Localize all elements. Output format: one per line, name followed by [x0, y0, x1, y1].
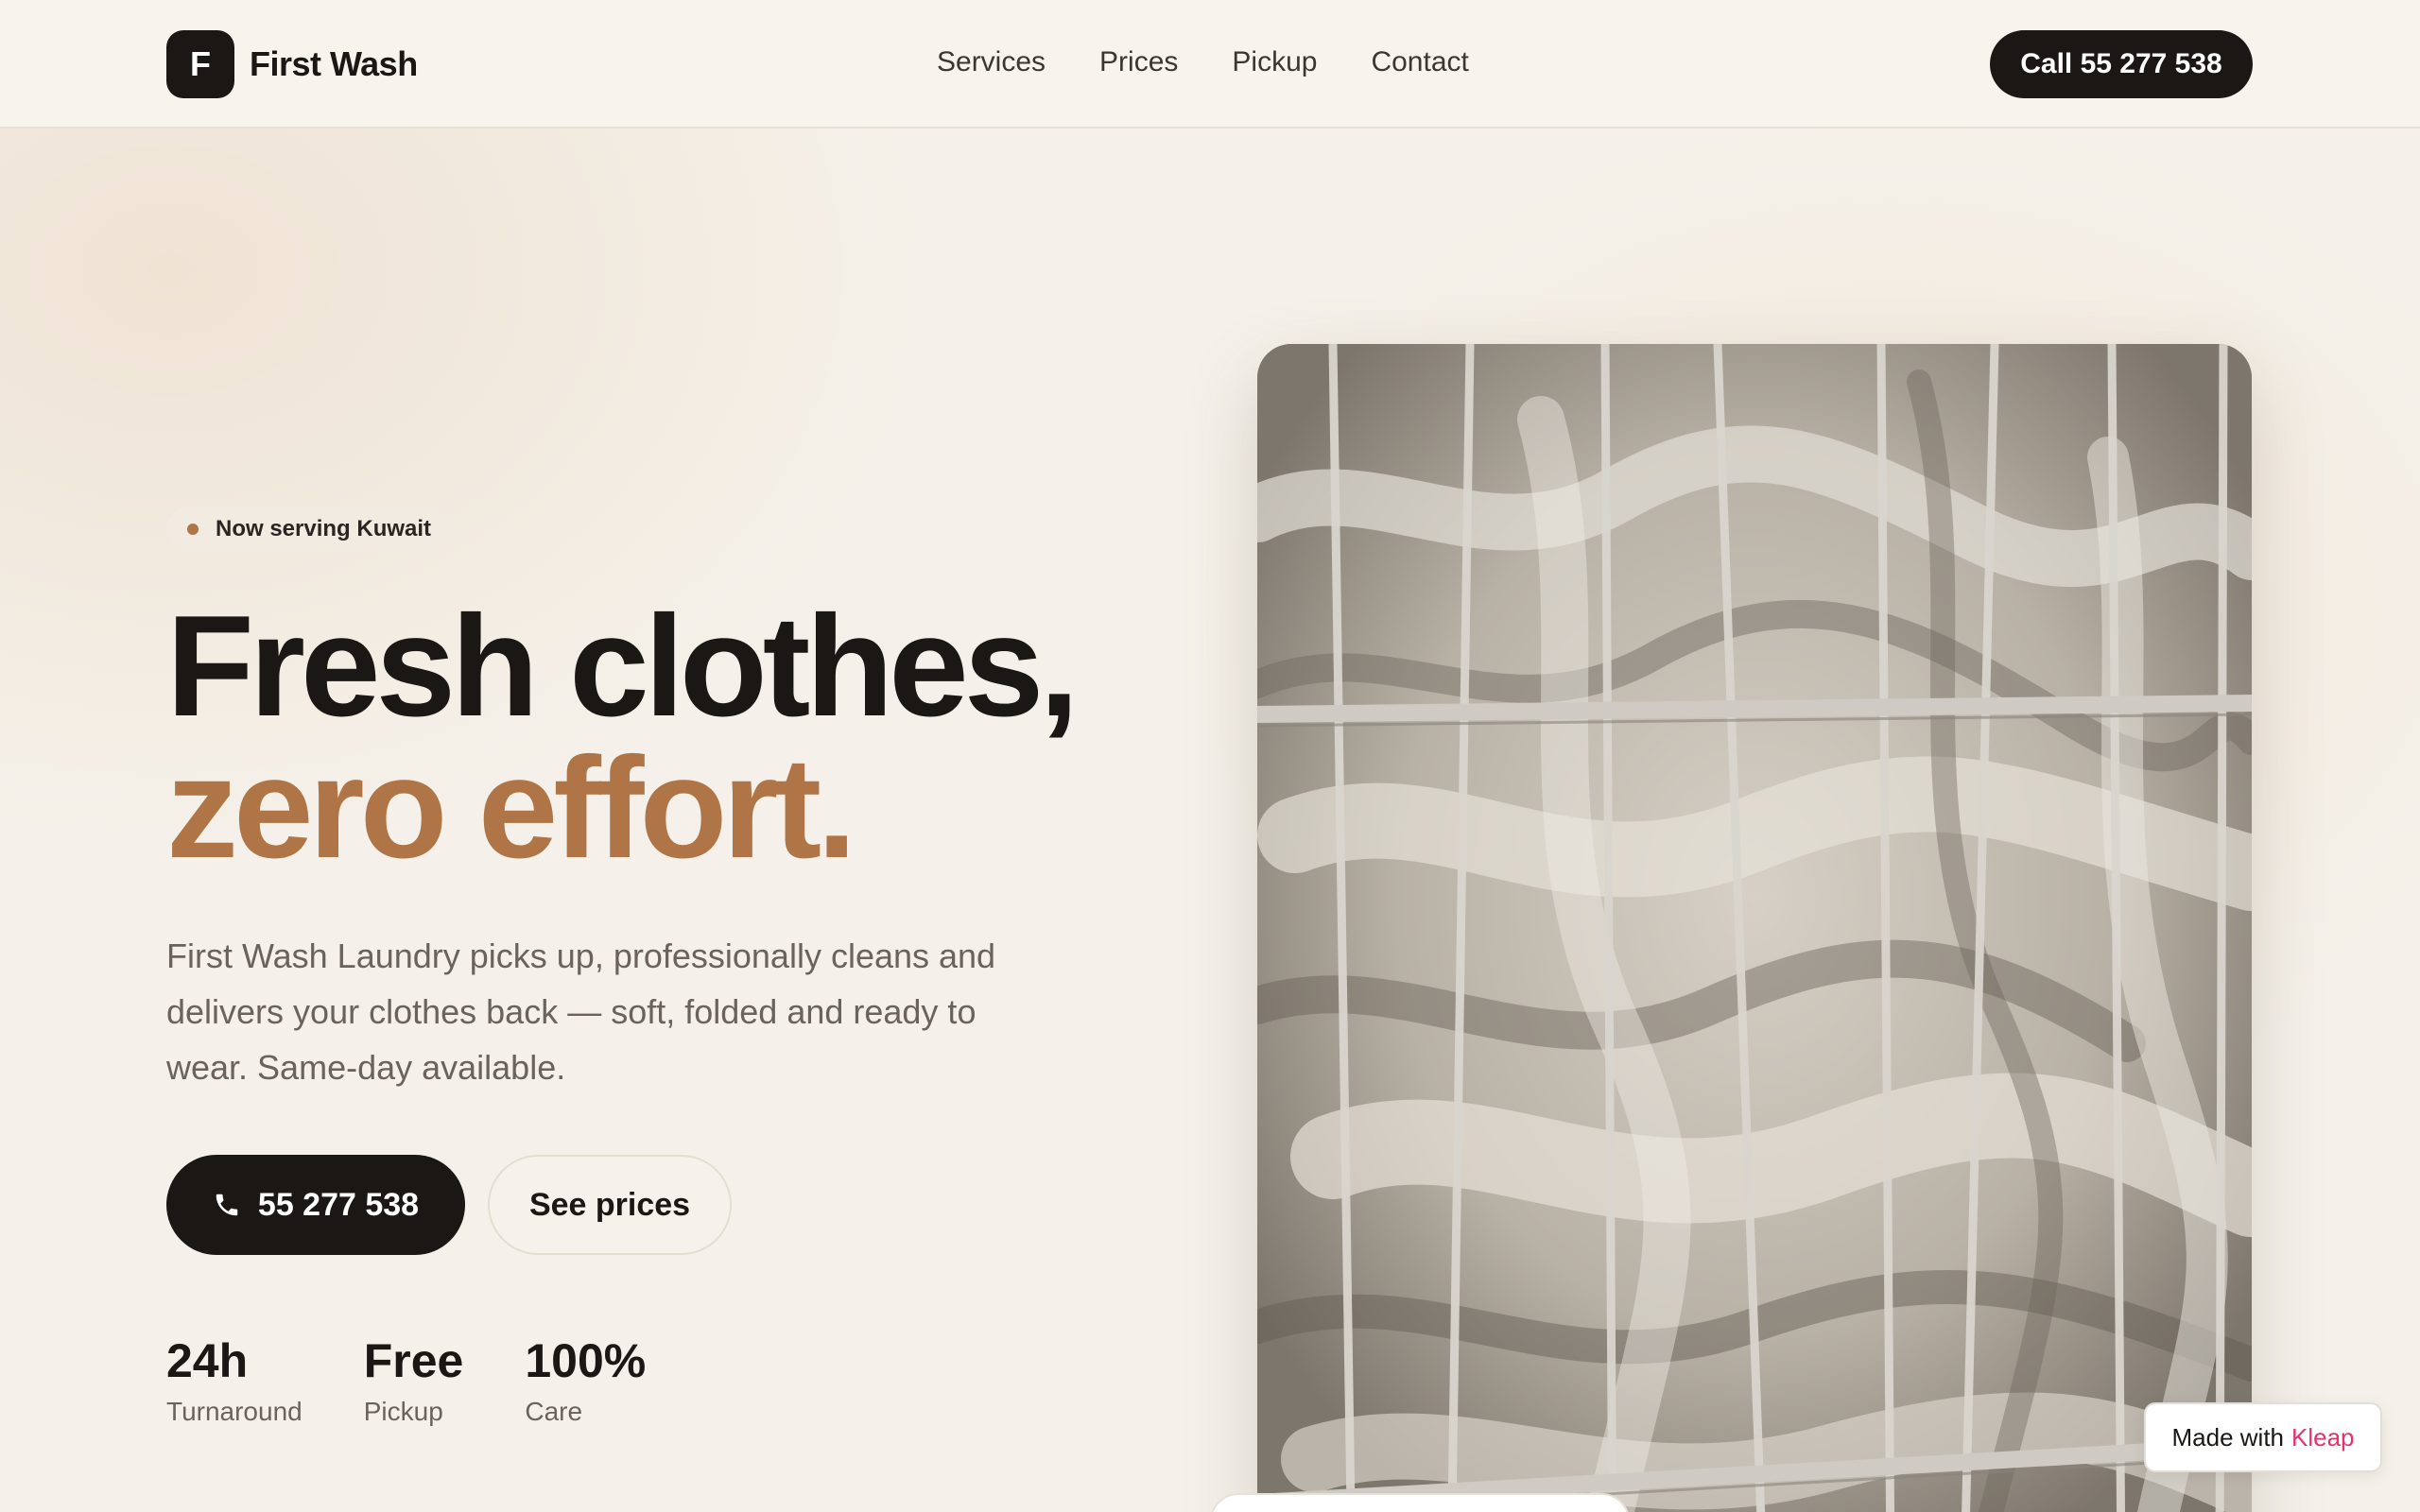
kleap-brand: Kleap: [2291, 1422, 2355, 1452]
status-dot: [187, 524, 199, 535]
stat-value: 100%: [525, 1334, 647, 1387]
nav-services[interactable]: Services: [937, 43, 1046, 81]
headline-line-2: zero effort.: [166, 728, 856, 888]
kleap-prefix: Made with: [2171, 1422, 2285, 1452]
logo[interactable]: F First Wash: [166, 30, 418, 98]
floating-card: [1210, 1493, 1630, 1512]
nav-prices[interactable]: Prices: [1099, 43, 1178, 81]
brand-name: First Wash: [250, 44, 418, 83]
stat-care: 100% Care: [525, 1332, 646, 1431]
logo-mark: F: [166, 30, 234, 98]
hero-photo-laundry-towels: [1257, 344, 2252, 1512]
nav-contact[interactable]: Contact: [1371, 43, 1468, 81]
call-button[interactable]: Call 55 277 538: [1990, 30, 2253, 98]
stat-label: Care: [525, 1397, 583, 1426]
service-area-badge: Now serving Kuwait: [166, 507, 453, 552]
main-nav: Services Prices Pickup Contact: [937, 43, 1469, 81]
phone-button[interactable]: 55 277 538: [166, 1155, 465, 1255]
hero-headline: Fresh clothes, zero effort.: [166, 586, 1080, 888]
hero-description: First Wash Laundry picks up, professiona…: [166, 936, 996, 1087]
made-with-kleap-badge[interactable]: Made with Kleap: [2144, 1402, 2382, 1472]
site-header: F First Wash Services Prices Pickup Cont…: [0, 0, 2420, 129]
stat-turnaround: 24h Turnaround: [166, 1332, 302, 1431]
phone-button-label: 55 277 538: [257, 1186, 420, 1223]
phone-icon: [216, 1194, 238, 1216]
nav-pickup[interactable]: Pickup: [1232, 43, 1317, 81]
stat-value: 24h: [166, 1334, 249, 1387]
see-prices-button[interactable]: See prices: [488, 1155, 732, 1255]
stats-row: 24h Turnaround Free Pickup 100% Care: [166, 1332, 707, 1431]
headline-line-1: Fresh clothes,: [166, 586, 1080, 747]
badge-text: Now serving Kuwait: [216, 516, 432, 541]
stat-value: Free: [363, 1334, 464, 1387]
stat-label: Turnaround: [166, 1397, 302, 1426]
stat-label: Pickup: [363, 1397, 443, 1426]
stat-pickup: Free Pickup: [364, 1332, 464, 1431]
